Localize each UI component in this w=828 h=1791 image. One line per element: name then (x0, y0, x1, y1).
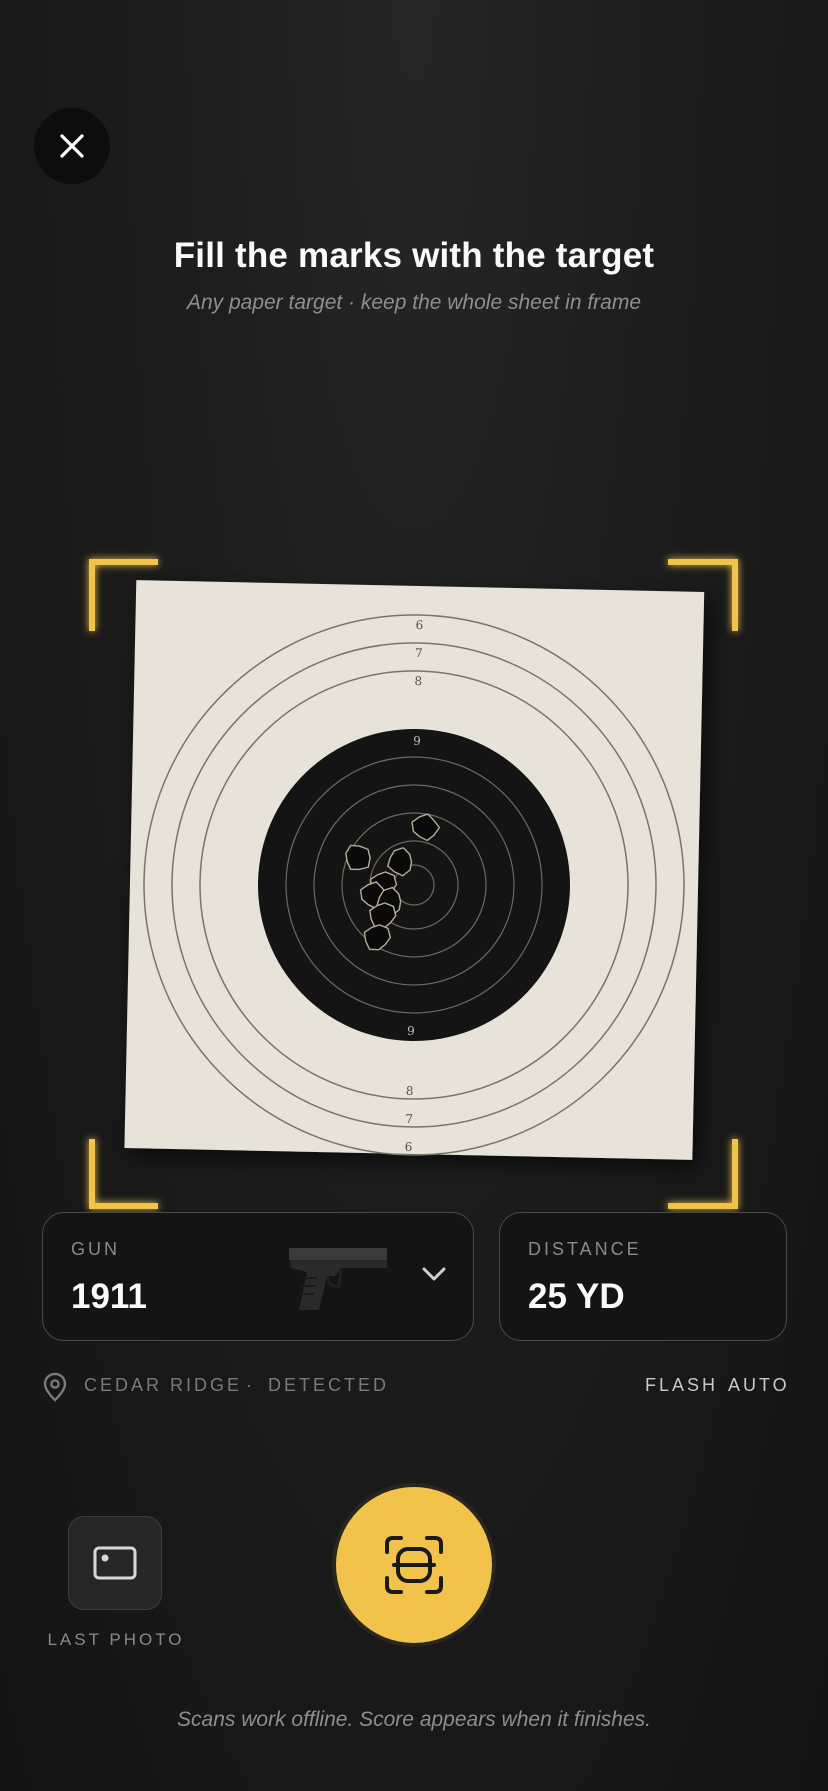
shutter-button[interactable] (336, 1487, 492, 1643)
page-subtitle: Any paper target · keep the whole sheet … (186, 291, 642, 314)
ring-label: 8 (406, 1084, 414, 1098)
ring-label: 7 (405, 1112, 413, 1126)
gun-label: GUN (71, 1239, 120, 1259)
location-name: CEDAR RIDGE (84, 1375, 243, 1395)
ring-label: 9 (413, 734, 421, 748)
scan-meta-row: CEDAR RIDGE · DETECTED FLASH AUTO (42, 1372, 787, 1402)
photo-icon (93, 1546, 137, 1580)
footer-note: Scans work offline. Score appears when i… (177, 1708, 651, 1731)
distance-value: 25 YD (528, 1277, 625, 1316)
last-photo-label: LAST PHOTO (47, 1630, 185, 1649)
camera-viewfinder[interactable]: 6 7 8 9 9 8 7 6 (0, 540, 828, 1230)
close-icon (60, 134, 84, 158)
meta-separator: · (246, 1375, 255, 1395)
ring-label: 7 (415, 646, 423, 660)
close-button[interactable] (34, 108, 110, 184)
distance-selector[interactable]: DISTANCE 25 YD (499, 1212, 787, 1341)
scan-icon (385, 1536, 443, 1594)
ring-label: 6 (405, 1140, 413, 1154)
flash-value[interactable]: AUTO (728, 1375, 790, 1396)
page-title: Fill the marks with the target (173, 236, 655, 275)
flash-label[interactable]: FLASH (645, 1375, 718, 1396)
paper-target: 6 7 8 9 9 8 7 6 (124, 580, 705, 1160)
shot-hole (345, 844, 371, 871)
last-photo-button[interactable] (68, 1516, 162, 1610)
location-pin-icon (43, 1372, 67, 1402)
gun-selector[interactable]: GUN 1911 (42, 1212, 474, 1341)
pistol-icon (289, 1248, 387, 1310)
distance-label: DISTANCE (528, 1239, 642, 1259)
ring-label: 9 (407, 1024, 415, 1038)
ring-label: 8 (414, 674, 422, 688)
gun-value: 1911 (71, 1277, 147, 1316)
detection-status: DETECTED (268, 1375, 390, 1395)
ring-label: 6 (415, 618, 423, 632)
chevron-down-icon[interactable] (421, 1265, 447, 1283)
frame-corner-bottom-left (89, 1139, 158, 1209)
